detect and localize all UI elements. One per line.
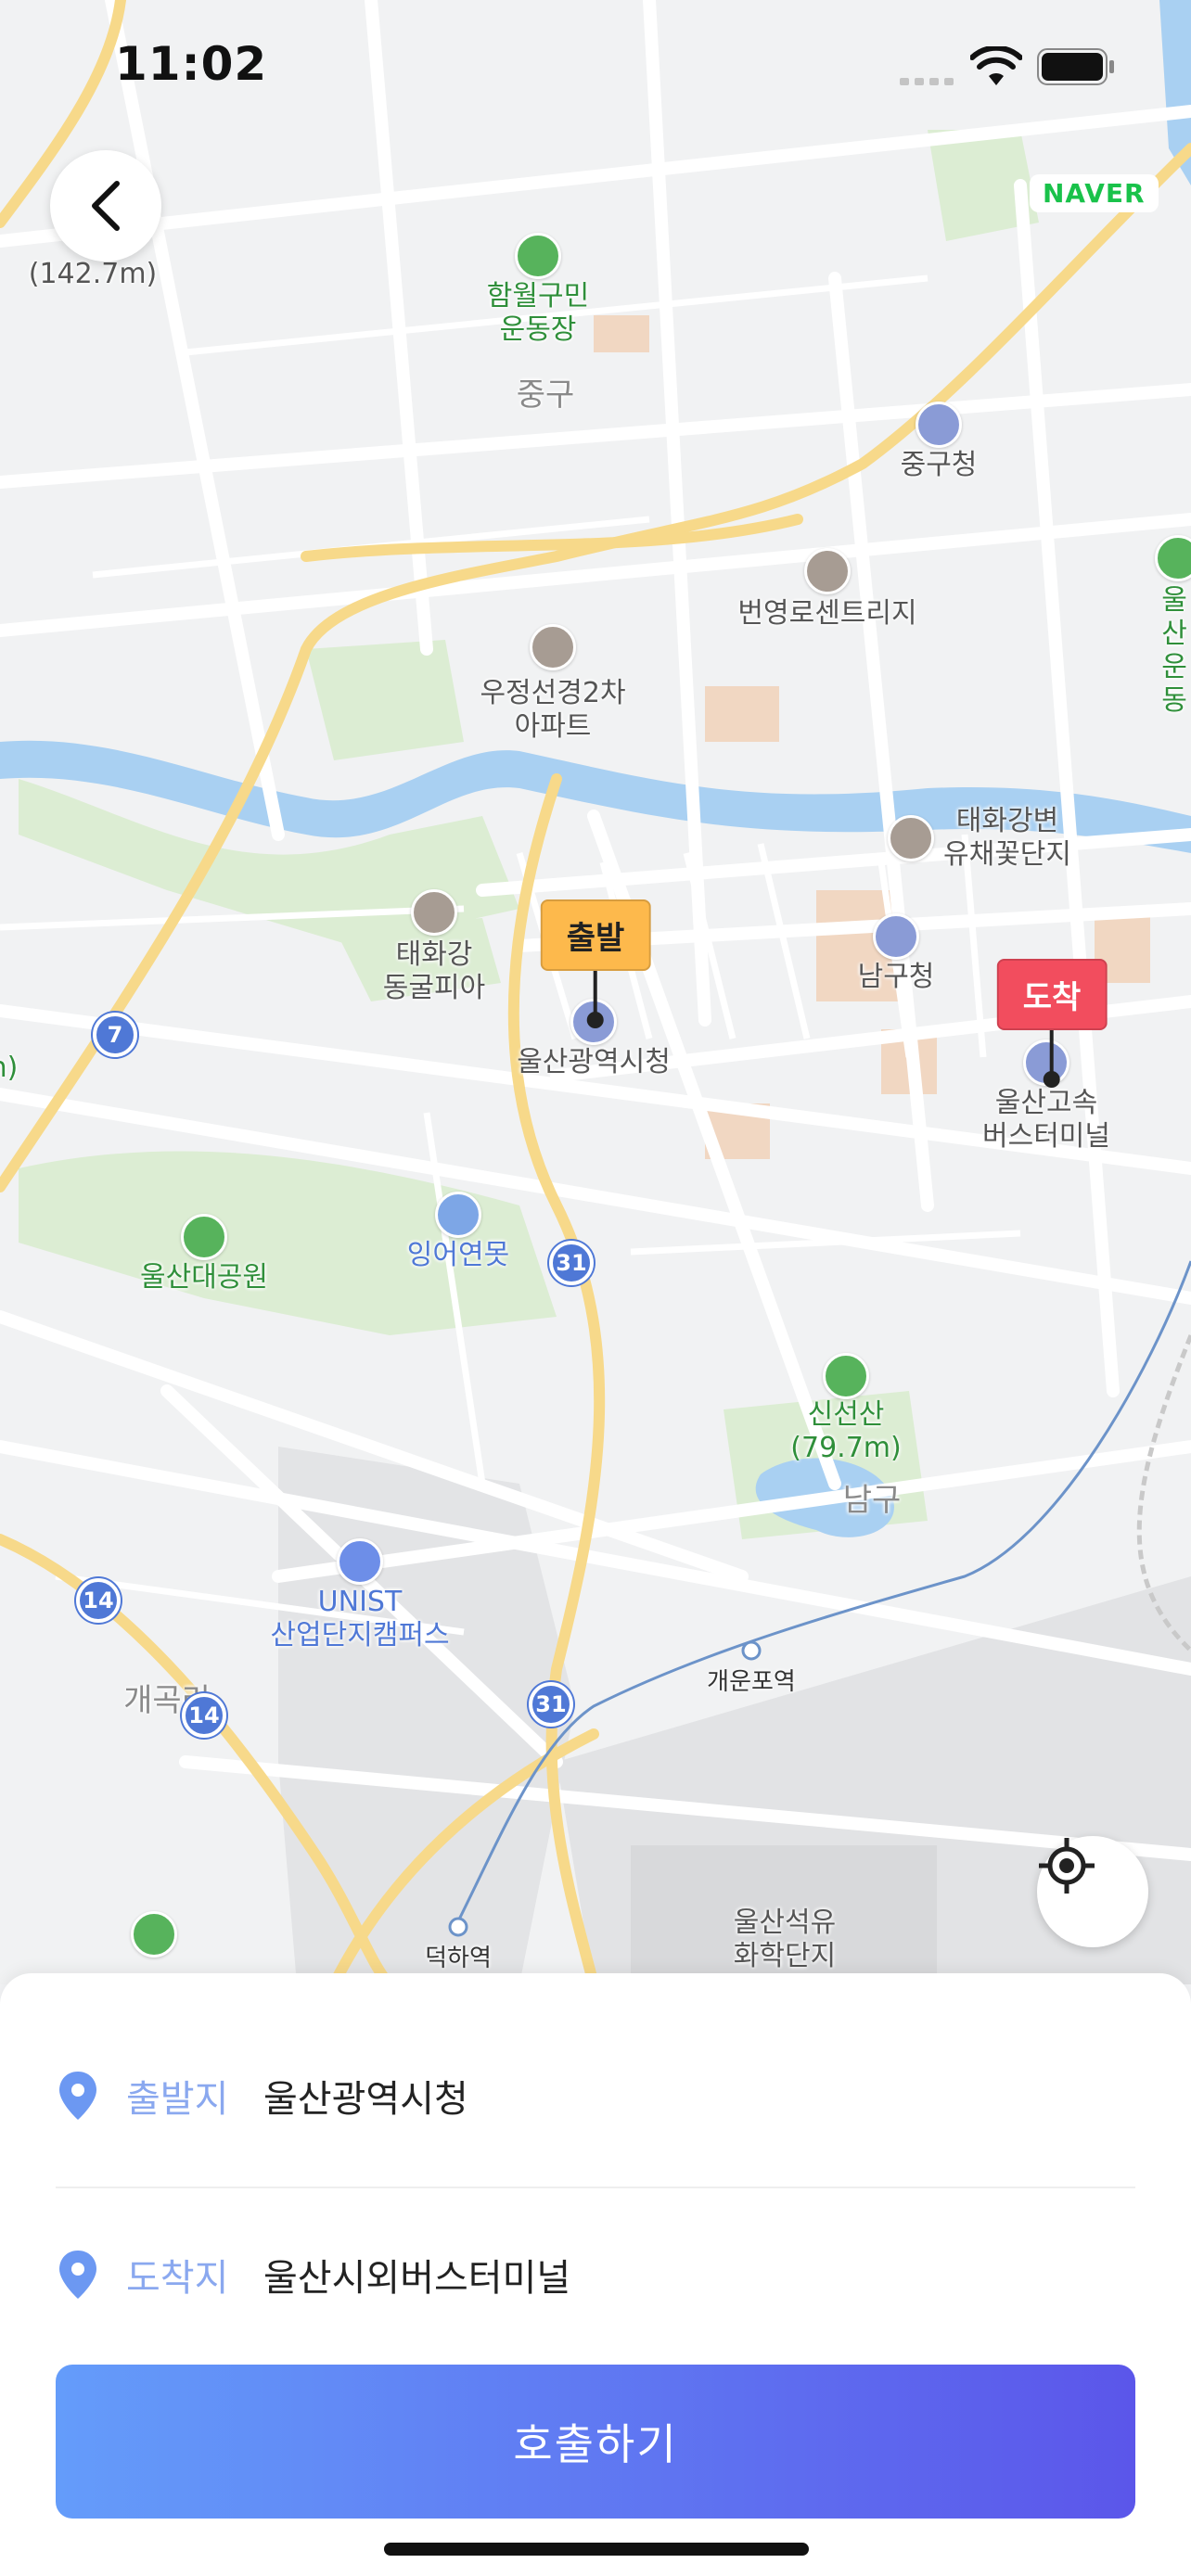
map-label-gaeunpo: 개운포역 (707, 1668, 796, 1696)
map-label-bridge: 번영로센트리지 (737, 597, 917, 630)
destination-label: 도착지 (126, 2257, 229, 2300)
home-indicator (384, 2543, 809, 2556)
map-label-unist: UNIST 산업단지캠퍼스 (270, 1586, 450, 1651)
map-label-deokha: 덕하역 (425, 1945, 492, 1972)
apartment-icon (530, 624, 576, 670)
mountain-icon (131, 1911, 177, 1958)
divider (56, 2187, 1135, 2188)
park-icon (515, 233, 561, 279)
map-label-junggu: 중구 (516, 376, 575, 414)
battery-icon (1037, 48, 1114, 85)
tree-icon (181, 1214, 227, 1260)
route-31-shield: 31 (549, 1241, 594, 1285)
end-marker[interactable]: 도착 (996, 959, 1108, 1088)
end-marker-dot (1044, 1071, 1060, 1088)
map-label-woojeong: 우정선경2차 아파트 (480, 677, 626, 743)
pond-icon (435, 1192, 481, 1238)
wifi-icon (970, 46, 1022, 85)
status-time: 11:02 (115, 37, 268, 91)
map-label-sinseon: 신선산 (79.7m) (790, 1398, 902, 1464)
government-icon (873, 913, 919, 960)
route-31-shield: 31 (529, 1682, 573, 1727)
government-icon (916, 402, 962, 448)
building-icon (804, 548, 851, 594)
start-marker-dot (587, 1012, 604, 1028)
current-location-button[interactable] (1037, 1836, 1148, 1947)
origin-value: 울산광역시청 (263, 2078, 468, 2121)
map-label-hamwol: 함월구민 운동장 (486, 280, 590, 346)
back-button[interactable] (50, 150, 161, 261)
naver-logo: NAVER (1030, 174, 1159, 212)
map-label-petro: 울산석유 화학단지 (733, 1906, 837, 1972)
signal-icon (900, 78, 954, 85)
map-label-namgu: 남구 (842, 1482, 902, 1519)
chevron-left-icon (92, 181, 120, 231)
end-marker-stick (1050, 1030, 1054, 1077)
route-7-shield: 7 (93, 1013, 137, 1057)
destination-value: 울산시외버스터미널 (263, 2257, 571, 2300)
end-marker-label: 도착 (996, 959, 1108, 1030)
map-label-park-right: 울산 운동 (1161, 584, 1187, 717)
start-marker[interactable]: 출발 (540, 899, 651, 1028)
location-pin-icon (56, 2070, 100, 2122)
status-bar: 11:02 (0, 0, 1191, 130)
map-label-namgu-office: 남구청 (857, 961, 935, 993)
map-view[interactable]: (142.7m) 함월구민 운동장 중구 중구청 번영로센트리지 우정선경2차 … (0, 0, 1191, 1984)
flag-icon (888, 815, 934, 861)
map-label-grand-park: 울산대공원 (140, 1261, 268, 1294)
map-label-flower: 태화강변 유채꽃단지 (943, 805, 1071, 871)
crosshair-icon (1039, 1838, 1095, 1894)
call-button[interactable]: 호출하기 (56, 2365, 1135, 2519)
start-marker-label: 출발 (540, 899, 651, 971)
origin-label: 출발지 (126, 2078, 229, 2121)
map-label-cave: 태화강 동굴피아 (382, 938, 486, 1004)
map-label-junggu-office: 중구청 (900, 449, 978, 481)
route-14-shield: 14 (182, 1693, 226, 1738)
origin-row[interactable]: 출발지 울산광역시청 (56, 2049, 1135, 2142)
map-label-height: (142.7m) (28, 258, 158, 290)
flag-icon (411, 889, 457, 936)
map-label-city-hall: 울산광역시청 (517, 1046, 671, 1078)
school-icon (337, 1538, 383, 1585)
map-label-terminal: 울산고속 버스터미널 (982, 1087, 1110, 1153)
map-label-partial: n) (0, 1052, 19, 1084)
map-label-pond: 잉어연못 (406, 1239, 510, 1271)
start-marker-stick (594, 971, 597, 1017)
destination-row[interactable]: 도착지 울산시외버스터미널 (56, 2228, 1135, 2321)
location-pin-icon (56, 2249, 100, 2301)
route-14-shield: 14 (76, 1578, 121, 1623)
mountain-icon (823, 1353, 869, 1399)
